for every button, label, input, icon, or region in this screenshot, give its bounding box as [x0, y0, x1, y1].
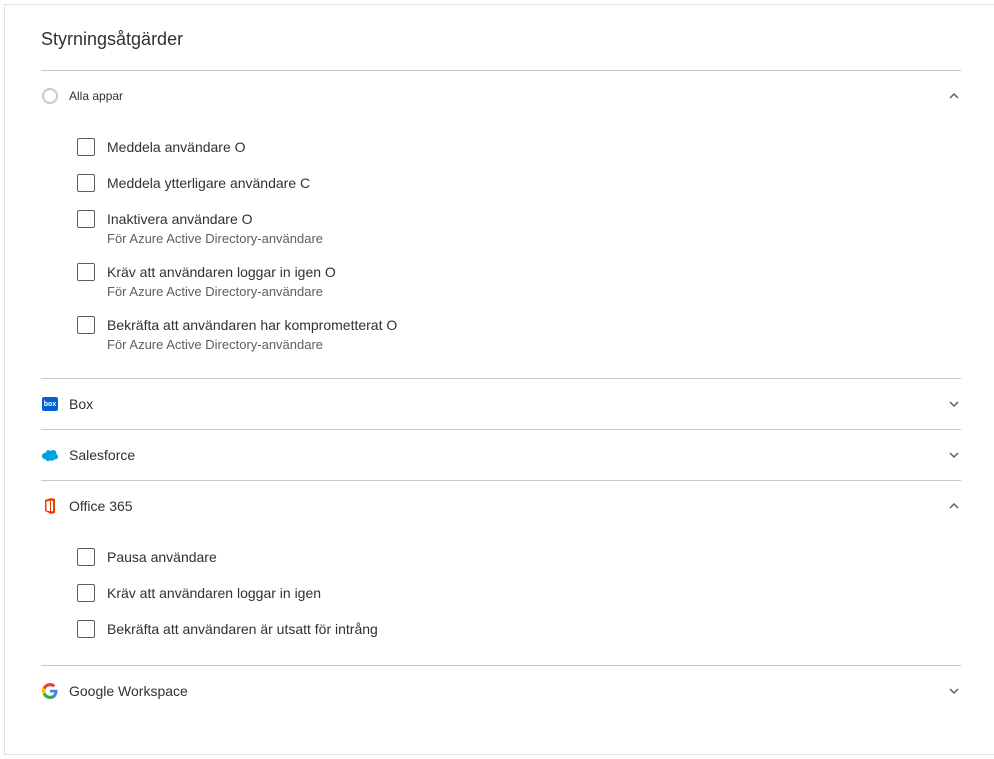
chevron-up-icon	[947, 499, 961, 513]
option-label: Meddela ytterligare användare C	[107, 173, 310, 193]
option-require-signin-o365: Kräv att användaren loggar in igen	[77, 575, 961, 611]
chevron-down-icon	[947, 448, 961, 462]
option-label: Pausa användare	[107, 547, 217, 567]
section-header-box[interactable]: box Box	[41, 379, 961, 429]
checkbox-require-signin-o365[interactable]	[77, 584, 95, 602]
section-google: Google Workspace	[41, 666, 961, 716]
option-label: Kräv att användaren loggar in igen	[107, 583, 321, 603]
section-office365: Office 365 Pausa användare Kräv att anvä…	[41, 481, 961, 666]
section-box: box Box	[41, 379, 961, 430]
option-label: Meddela användare O	[107, 137, 246, 157]
option-label: Kräv att användaren loggar in igen O	[107, 262, 336, 282]
option-notify-user: Meddela användare O	[77, 129, 961, 165]
option-pause-user: Pausa användare	[77, 539, 961, 575]
option-suspend-user: Inaktivera användare O För Azure Active …	[77, 201, 961, 254]
section-salesforce: Salesforce	[41, 430, 961, 481]
section-header-salesforce[interactable]: Salesforce	[41, 430, 961, 480]
option-require-signin: Kräv att användaren loggar in igen O För…	[77, 254, 961, 307]
section-body-office365: Pausa användare Kräv att användaren logg…	[41, 531, 961, 665]
section-header-google[interactable]: Google Workspace	[41, 666, 961, 716]
section-header-all-apps[interactable]: Alla appar	[41, 71, 961, 121]
section-label-box: Box	[69, 396, 947, 412]
chevron-down-icon	[947, 397, 961, 411]
checkbox-confirm-compromised[interactable]	[77, 316, 95, 334]
section-header-office365[interactable]: Office 365	[41, 481, 961, 531]
checkbox-confirm-breach[interactable]	[77, 620, 95, 638]
section-all-apps: Alla appar Meddela användare O Meddela y…	[41, 70, 961, 379]
section-label-office365: Office 365	[69, 498, 947, 514]
option-label: Inaktivera användare O	[107, 209, 323, 229]
page-title: Styrningsåtgärder	[41, 29, 961, 50]
checkbox-require-signin[interactable]	[77, 263, 95, 281]
option-confirm-compromised: Bekräfta att användaren har komprometter…	[77, 307, 961, 360]
section-label-salesforce: Salesforce	[69, 447, 947, 463]
section-body-all-apps: Meddela användare O Meddela ytterligare …	[41, 121, 961, 378]
chevron-up-icon	[947, 89, 961, 103]
office365-app-icon	[41, 497, 59, 515]
salesforce-app-icon	[41, 446, 59, 464]
option-sublabel: För Azure Active Directory-användare	[107, 231, 323, 246]
section-label-google: Google Workspace	[69, 683, 947, 699]
option-sublabel: För Azure Active Directory-användare	[107, 284, 336, 299]
option-notify-additional: Meddela ytterligare användare C	[77, 165, 961, 201]
governance-actions-panel: Styrningsåtgärder Alla appar Meddela anv…	[4, 4, 994, 755]
chevron-down-icon	[947, 684, 961, 698]
box-app-icon: box	[41, 395, 59, 413]
checkbox-pause-user[interactable]	[77, 548, 95, 566]
option-confirm-breach: Bekräfta att användaren är utsatt för in…	[77, 611, 961, 647]
section-label-all-apps: Alla appar	[69, 89, 947, 103]
option-label: Bekräfta att användaren är utsatt för in…	[107, 619, 378, 639]
all-apps-icon	[41, 87, 59, 105]
checkbox-suspend-user[interactable]	[77, 210, 95, 228]
checkbox-notify-additional[interactable]	[77, 174, 95, 192]
option-sublabel: För Azure Active Directory-användare	[107, 337, 397, 352]
google-app-icon	[41, 682, 59, 700]
option-label: Bekräfta att användaren har komprometter…	[107, 315, 397, 335]
checkbox-notify-user[interactable]	[77, 138, 95, 156]
